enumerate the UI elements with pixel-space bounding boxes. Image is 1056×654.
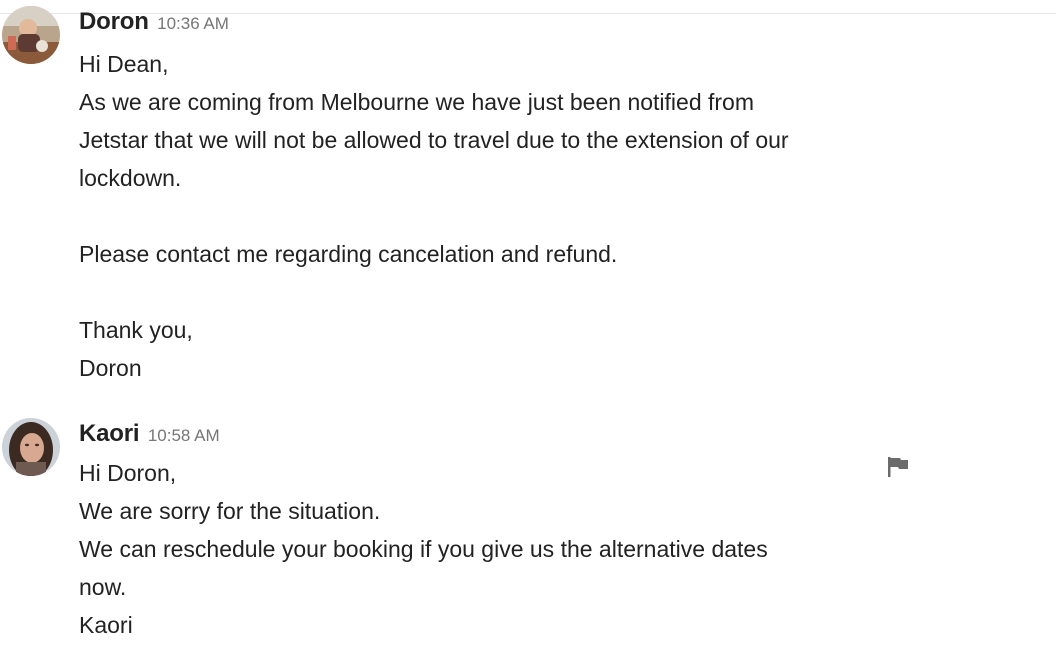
timestamp: 10:36 AM	[157, 14, 229, 33]
sender-name[interactable]: Kaori	[79, 420, 140, 447]
timestamp: 10:58 AM	[147, 426, 220, 445]
sender-name[interactable]: Doron	[79, 8, 149, 35]
avatar-kaori[interactable]	[2, 418, 60, 476]
message-line: Thank you,	[79, 317, 193, 343]
message-header: Kaori 10:58 AM	[79, 420, 220, 448]
message-line: We are sorry for the situation.	[79, 498, 381, 524]
message-line: Please contact me regarding cancelation …	[79, 241, 618, 267]
message-line: now.	[79, 574, 127, 600]
user-photo-doron-icon	[2, 6, 60, 64]
message-line: Kaori	[79, 612, 133, 638]
user-photo-kaori-icon	[2, 418, 60, 476]
message-line: lockdown.	[79, 165, 182, 191]
message-line: We can reschedule your booking if you gi…	[79, 536, 768, 562]
message-line: Jetstar that we will not be allowed to t…	[79, 127, 789, 153]
message-header: Doron 10:36 AM	[79, 8, 229, 36]
message-line: Doron	[79, 355, 142, 381]
avatar-doron[interactable]	[2, 6, 60, 64]
message-line: Hi Dean,	[79, 51, 169, 77]
message-line: Hi Doron,	[79, 460, 177, 486]
message-body: Hi Dean, As we are coming from Melbourne…	[79, 45, 919, 387]
message-line: As we are coming from Melbourne we have …	[79, 89, 754, 115]
message-body: Hi Doron, We are sorry for the situation…	[79, 454, 919, 644]
